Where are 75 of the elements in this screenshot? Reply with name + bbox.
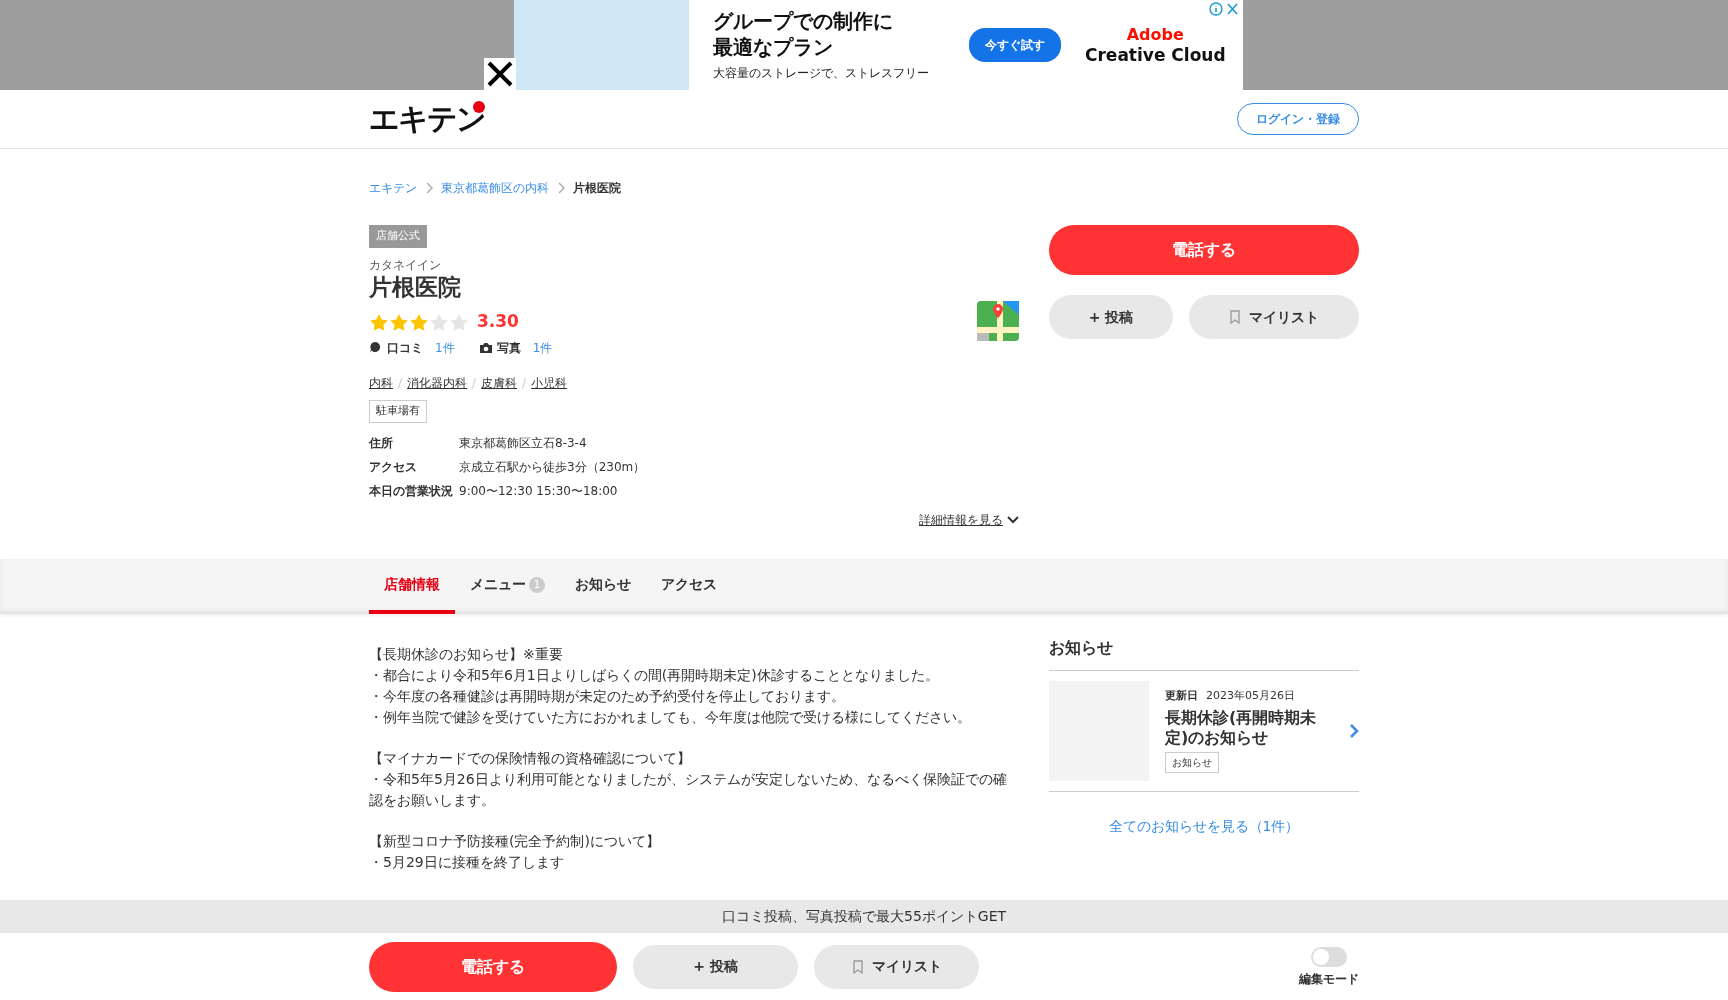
category-link[interactable]: 小児科 — [531, 375, 568, 390]
shop-name: 片根医院 — [369, 273, 462, 302]
slash-separator: / — [522, 375, 527, 390]
post-button[interactable]: + 投稿 — [633, 944, 798, 989]
category-link[interactable]: 皮膚科 — [481, 375, 518, 390]
post-button[interactable]: + 投稿 — [1049, 295, 1174, 339]
slash-separator: / — [398, 375, 403, 390]
chevron-right-icon — [557, 182, 565, 194]
toggle-switch[interactable] — [1311, 946, 1347, 967]
notice-title: 長期休診(再開時期未定)のお知らせ — [1165, 708, 1318, 749]
chevron-right-icon — [425, 182, 433, 194]
star-icon — [389, 312, 409, 331]
rating-score: 3.30 — [477, 310, 519, 334]
detail-value: 9:00〜12:30 15:30〜18:00 — [459, 482, 618, 500]
edit-mode-label: 編集モード — [1299, 970, 1359, 987]
mylist-button[interactable]: マイリスト — [1189, 295, 1359, 339]
camera-icon — [478, 341, 493, 355]
ad-headline: グループでの制作に 最適なプラン — [713, 8, 894, 60]
photo-count-link[interactable]: 1件 — [532, 338, 553, 357]
call-button[interactable]: 電話する — [1049, 225, 1359, 275]
tab[interactable]: アクセス — [646, 558, 732, 614]
slash-separator: / — [472, 375, 477, 390]
mylist-button[interactable]: マイリスト — [814, 944, 979, 989]
body-text: ・5月29日に接種を終了します — [369, 852, 565, 872]
close-icon[interactable] — [484, 58, 516, 90]
ad-info-close-icon[interactable] — [1209, 2, 1239, 16]
notice-item[interactable]: 更新日 2023年05月26日 長期休診(再開時期未定)のお知らせ お知らせ — [1049, 670, 1359, 792]
star-icon — [369, 312, 389, 331]
body-text: 【新型コロナ予防接種(完全予約制)について】 — [369, 831, 661, 851]
bookmark-icon — [1229, 310, 1242, 324]
date-label: 更新日 — [1165, 687, 1198, 704]
detail-value: 京成立石駅から徒歩3分（230m） — [459, 458, 646, 476]
review-count-link[interactable]: 1件 — [435, 338, 455, 357]
ad-cta-button[interactable]: 今すぐ試す — [969, 28, 1061, 62]
detail-label: 住所 — [369, 434, 394, 452]
star-icon — [409, 312, 429, 331]
body-text: ・都合により令和5年6月1日よりしばらくの間(再開時期未定)休診することとなりました。 — [369, 665, 940, 685]
body-text: ・今年度の各種健診は再開時期が未定のため予約受付を停止しております。 — [369, 686, 846, 706]
ad-subtext: 大容量のストレージで、ストレスフリー — [713, 65, 929, 82]
speech-bubble-icon — [369, 341, 383, 355]
shop-name-kana: カタネイイン — [369, 256, 442, 274]
breadcrumb-current: 片根医院 — [573, 180, 621, 197]
category-link[interactable]: 内科 — [369, 375, 393, 390]
tab[interactable]: 店舗情報 — [369, 558, 455, 614]
official-badge: 店舗公式 — [369, 225, 427, 248]
category-link[interactable]: 消化器内科 — [407, 375, 468, 390]
breadcrumb-link[interactable]: エキテン — [369, 179, 417, 197]
login-button[interactable]: ログイン・登録 — [1237, 103, 1359, 135]
photo-label: 写真 — [496, 339, 521, 357]
body-text: ・例年当院で健診を受けていた方におかれましても、今年度は他院で受ける様にしてください。 — [369, 707, 972, 727]
more-details-link[interactable]: 詳細情報を見る — [919, 510, 1003, 529]
review-label: 口コミ — [387, 339, 423, 357]
body-text: 【長期休診のお知らせ】※重要 — [369, 644, 564, 664]
detail-label: 本日の営業状況 — [369, 482, 454, 500]
promo-text: 口コミ投稿、写真投稿で最大55ポイントGET — [721, 907, 1007, 926]
body-text: ・令和5年5月26日より利用可能となりましたが、システムが安定しないため、なるべく保険証での確認をお願いします。 — [369, 769, 1008, 810]
map-icon[interactable] — [977, 301, 1019, 342]
bookmark-icon — [851, 959, 864, 974]
ad-brand-logo: Adobe Creative Cloud — [1085, 25, 1226, 65]
chevron-right-icon — [1349, 722, 1359, 739]
breadcrumb-link[interactable]: 東京都葛飾区の内科 — [441, 179, 549, 197]
star-icon — [449, 312, 469, 331]
chevron-down-icon — [1007, 514, 1019, 525]
detail-label: アクセス — [369, 458, 418, 476]
notice-date: 2023年05月26日 — [1206, 687, 1295, 704]
section-title: お知らせ — [1049, 635, 1359, 671]
notice-tag: お知らせ — [1165, 752, 1219, 774]
star-icon — [429, 312, 449, 331]
feature-tag: 駐車場有 — [369, 400, 427, 423]
all-notices-link[interactable]: 全てのお知らせを見る（1件） — [1108, 817, 1300, 834]
site-logo[interactable]: エキテン — [369, 104, 485, 134]
detail-value: 東京都葛飾区立石8-3-4 — [459, 434, 587, 452]
tab[interactable]: お知らせ — [560, 558, 646, 614]
body-text: 【マイナカードでの保険情報の資格確認について】 — [369, 748, 692, 768]
call-button[interactable]: 電話する — [369, 941, 617, 992]
